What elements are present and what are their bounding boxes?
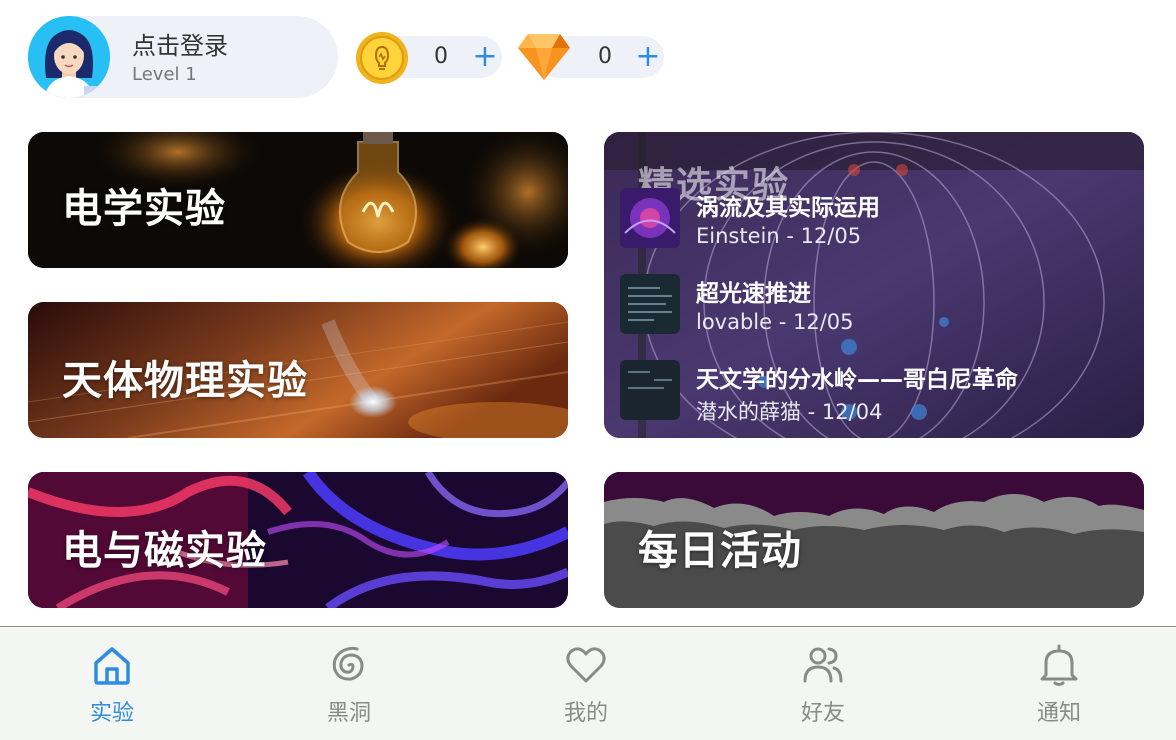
featured-item-copernican-revolution[interactable]: 天文学的分水岭——哥白尼革命 潜水的薛猫 - 12/04 — [620, 360, 1130, 424]
document-thumbnail-icon — [620, 360, 680, 420]
bottom-navigation: 实验 黑洞 我的 好友 通知 — [0, 626, 1176, 740]
featured-item-meta: 潜水的薛猫 - 12/04 — [696, 400, 883, 424]
astrophysics-experiments-card[interactable]: 天体物理实验 — [28, 302, 568, 438]
nav-label-black-hole: 黑洞 — [326, 701, 371, 726]
avatar[interactable] — [28, 16, 110, 98]
gem-icon — [518, 34, 570, 80]
electromagnetism-experiments-card[interactable]: 电与磁实验 — [28, 472, 568, 608]
add-coins-button[interactable]: + — [470, 37, 500, 77]
nav-tab-black-hole[interactable]: 黑洞 — [289, 627, 409, 740]
nav-tab-notifications[interactable]: 通知 — [999, 627, 1119, 740]
featured-item-title: 天文学的分水岭——哥白尼革命 — [696, 367, 1018, 393]
featured-item-ftl-propulsion[interactable]: 超光速推进 lovable - 12/05 — [620, 274, 1130, 338]
featured-experiments-panel: 精选实验 涡流及其实际运用 Einstein - 12/05 超光速推进 lov… — [604, 132, 1144, 438]
login-profile[interactable]: 点击登录 Level 1 — [28, 16, 338, 98]
nav-tab-mine[interactable]: 我的 — [526, 627, 646, 740]
featured-item-eddy-current[interactable]: 涡流及其实际运用 Einstein - 12/05 — [620, 188, 1130, 252]
daily-activities-card-title: 每日活动 — [638, 528, 802, 574]
coin-icon — [356, 32, 408, 84]
daily-activities-card[interactable]: 每日活动 — [604, 472, 1144, 608]
nav-tab-experiments[interactable]: 实验 — [52, 627, 172, 740]
featured-item-title: 涡流及其实际运用 — [696, 195, 880, 221]
app-root: 点击登录 Level 1 0 + 0 + 电学实验 天体物理实验 电与磁实验 精… — [0, 0, 1176, 740]
add-gems-button[interactable]: + — [633, 37, 663, 77]
nav-label-friends: 好友 — [800, 701, 845, 726]
nav-label-experiments: 实验 — [89, 701, 134, 726]
coin-count: 0 — [434, 44, 448, 69]
document-thumbnail-icon — [620, 274, 680, 334]
home-icon — [94, 647, 130, 685]
featured-thumbnail — [620, 188, 680, 248]
featured-thumbnail — [620, 360, 680, 420]
electromagnetism-card-title: 电与磁实验 — [62, 528, 267, 574]
nav-label-notifications: 通知 — [1036, 701, 1081, 726]
gem-count: 0 — [598, 44, 612, 69]
nav-tab-friends[interactable]: 好友 — [763, 627, 883, 740]
nav-label-mine: 我的 — [563, 701, 608, 726]
login-prompt[interactable]: 点击登录 — [132, 26, 228, 61]
users-icon — [803, 647, 843, 683]
electricity-experiments-card[interactable]: 电学实验 — [28, 132, 568, 268]
featured-item-title: 超光速推进 — [696, 281, 811, 307]
featured-item-meta: lovable - 12/05 — [696, 310, 854, 334]
nebula-thumbnail-icon — [620, 188, 680, 248]
featured-item-meta: Einstein - 12/05 — [696, 224, 862, 248]
heart-icon — [566, 647, 606, 683]
bell-icon — [1040, 644, 1078, 686]
avatar-illustration — [28, 16, 110, 98]
astrophysics-card-title: 天体物理实验 — [62, 358, 308, 404]
electricity-card-title: 电学实验 — [62, 186, 226, 232]
user-level: Level 1 — [132, 64, 197, 85]
featured-thumbnail — [620, 274, 680, 334]
spiral-icon — [332, 646, 364, 681]
